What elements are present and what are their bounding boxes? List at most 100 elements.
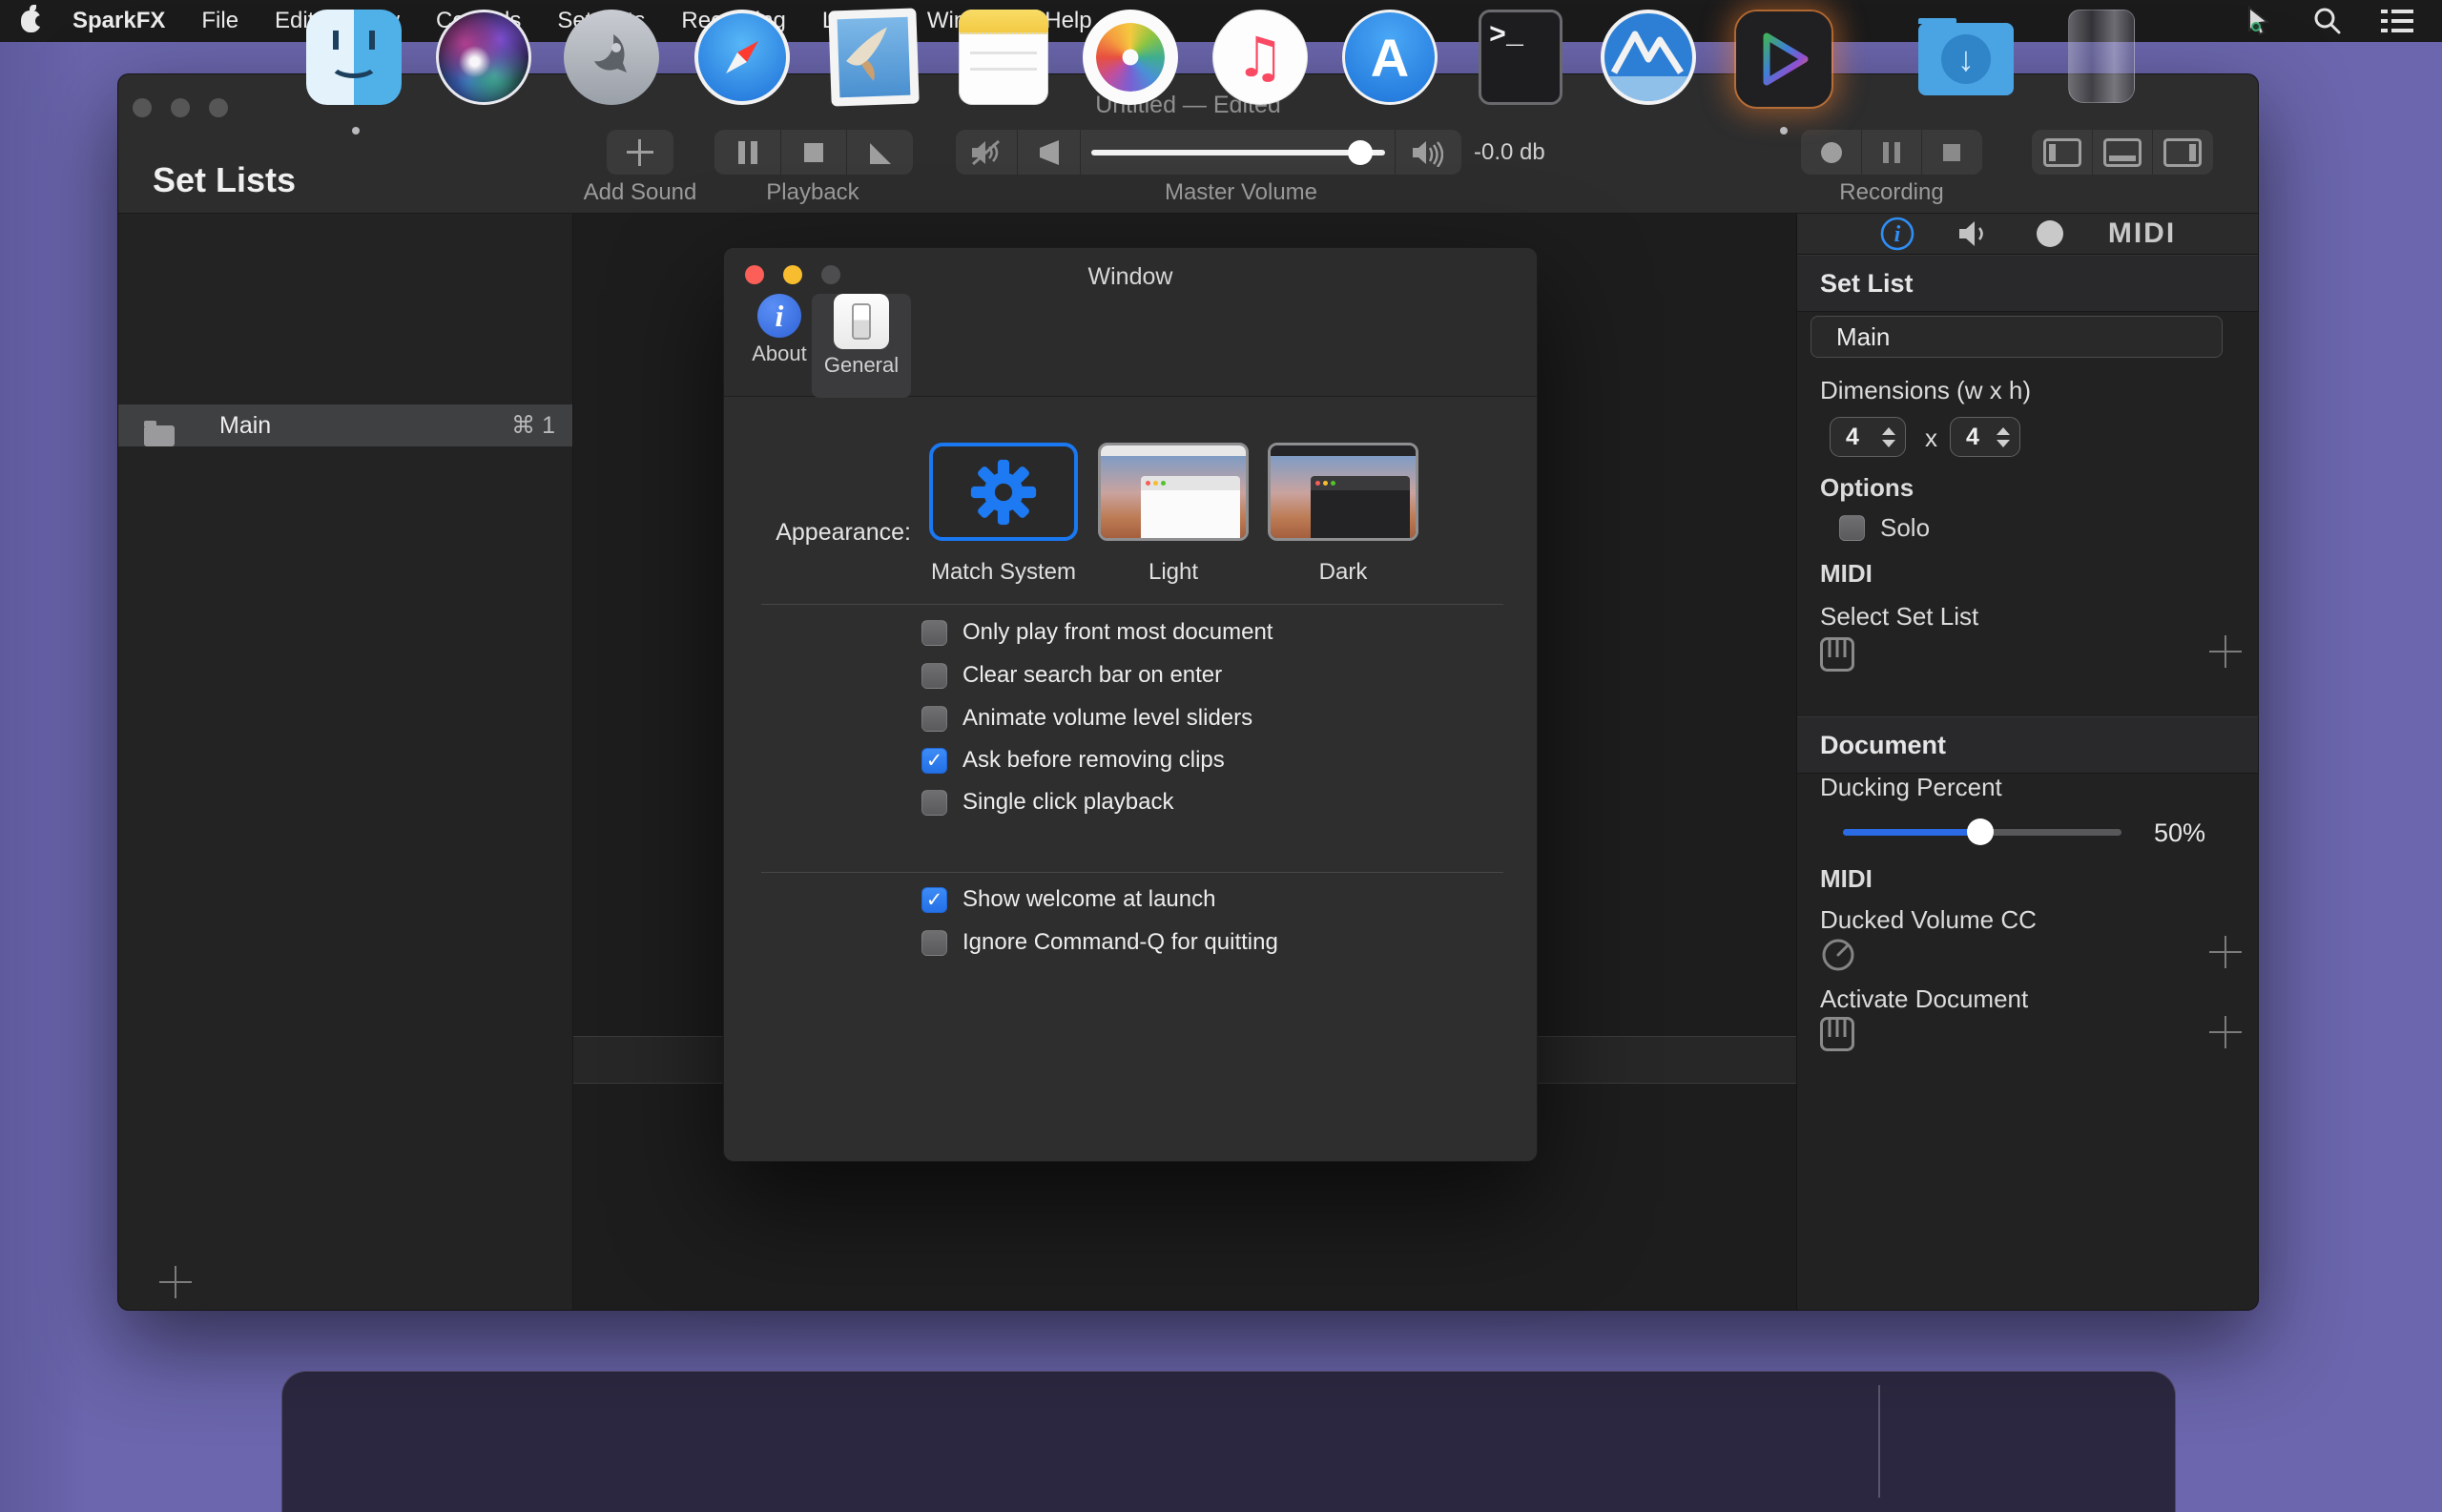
checkbox[interactable] [921,706,947,732]
playback-label: Playback [751,179,875,206]
dock-siri-icon[interactable] [436,10,535,109]
ducking-percent-value: 50% [2154,818,2205,848]
dock-music-icon[interactable]: ♫ [1212,10,1312,109]
list-icon[interactable] [2381,7,2413,35]
dock-mountain-app-icon[interactable] [1601,10,1700,109]
screen-share-cursor-icon[interactable] [2244,6,2274,36]
add-select-trigger-button[interactable] [2209,635,2244,670]
inspector-tab-bar: i MIDI [1797,214,2258,255]
option-label: Ignore Command-Q for quitting [962,929,1278,956]
appstore-a-glyph: A [1371,27,1409,89]
checkbox[interactable] [921,930,947,956]
activate-document-label: Activate Document [1820,984,2028,1014]
checkbox[interactable] [921,748,947,774]
master-volume-slider[interactable] [1080,130,1395,175]
option-label: Clear search bar on enter [962,662,1222,689]
midi-tab-icon[interactable]: MIDI [2108,217,2176,250]
dock-sparkfx-icon[interactable] [1734,10,1833,109]
dock-app-store-icon[interactable]: A [1342,10,1441,109]
dock-terminal-icon[interactable]: >_ [1471,10,1570,109]
set-list-shortcut: ⌘ 1 [511,411,555,440]
set-list-name: Main [219,412,271,440]
select-set-list-label: Select Set List [1820,602,1978,632]
set-lists-sidebar: Main ⌘ 1 [118,214,573,1310]
options-label: Options [1820,473,1914,503]
music-note-glyph: ♫ [1235,25,1285,90]
search-icon[interactable] [2312,6,2343,36]
height-stepper[interactable]: 4 [1950,417,2020,457]
speaker-icon [1395,130,1458,175]
set-list-name-input[interactable]: Main [1811,316,2223,358]
midi-section-label: MIDI [1820,559,1873,589]
pref-option-row: Clear search bar on enter [921,659,1222,692]
running-indicator [1780,127,1788,135]
dock [281,1371,2176,1512]
record-stop-button[interactable] [1921,130,1981,175]
dock-notes-icon[interactable] [954,10,1053,109]
folder-icon [144,425,175,446]
add-ducked-volume-button[interactable] [2209,936,2244,970]
stepper-chevrons-icon [1882,427,1895,447]
checkbox[interactable] [921,790,947,816]
ducked-volume-cc-label: Ducked Volume CC [1820,905,2037,935]
set-list-section-header: Set List [1797,255,2258,312]
dock-trash-icon[interactable] [2052,10,2151,109]
record-tab-icon[interactable] [2034,217,2066,250]
toggle-bottom-panel-button[interactable] [2092,130,2152,175]
stop-button[interactable] [780,130,846,175]
tab-about-label: About [752,342,807,366]
pause-button[interactable] [714,130,780,175]
toggle-right-panel-button[interactable] [2152,130,2212,175]
apple-logo-icon[interactable] [21,10,41,32]
divider [761,872,1503,873]
pref-option-row: Single click playback [921,786,1173,818]
add-sound-button[interactable] [607,130,673,175]
option-label: Ask before removing clips [962,747,1225,774]
toggle-left-panel-button[interactable] [2032,130,2092,175]
set-list-row-main[interactable]: Main ⌘ 1 [118,404,572,446]
divider [761,604,1503,605]
checkbox[interactable] [921,620,947,646]
dimensions-label: Dimensions (w x h) [1820,376,2031,405]
appearance-option-light[interactable] [1098,443,1249,541]
document-section-header: Document [1797,716,2258,774]
dock-safari-icon[interactable] [694,10,794,109]
light-label: Light [1098,559,1249,586]
ducking-percent-slider[interactable] [1839,815,2125,849]
dimensions-separator: x [1925,424,1937,453]
terminal-prompt-glyph: >_ [1489,20,1523,52]
solo-checkbox[interactable] [1839,515,1865,541]
appearance-option-match-system[interactable] [929,443,1078,541]
master-volume-label: Master Volume [1146,179,1336,206]
doc-midi-label: MIDI [1820,864,1873,894]
menu-item-file[interactable]: File [183,8,257,34]
menu-app-name[interactable]: SparkFX [54,8,183,34]
stepper-chevrons-icon [1997,427,2010,447]
dock-finder-icon[interactable] [306,10,405,109]
audio-tab-icon[interactable] [1957,218,1992,249]
play-from-start-button[interactable] [846,130,912,175]
appearance-option-dark[interactable] [1268,443,1418,541]
solo-option: Solo [1839,513,1930,543]
dialog-title: Window [724,263,1537,291]
record-button[interactable] [1801,130,1861,175]
mute-button[interactable] [956,130,1017,175]
dock-downloads-icon[interactable]: ↓ [1918,10,2018,109]
checkbox[interactable] [921,887,947,913]
running-indicator [352,127,360,135]
add-activate-trigger-button[interactable] [2209,1016,2244,1050]
dock-launchpad-icon[interactable] [564,10,663,109]
add-sound-label: Add Sound [578,179,702,206]
checkbox[interactable] [921,663,947,689]
dock-mail-icon[interactable] [824,10,923,109]
info-tab-icon[interactable]: i [1879,216,1915,252]
tab-general[interactable]: General [812,294,911,398]
dark-label: Dark [1268,559,1418,586]
audition-button[interactable] [1017,130,1080,175]
width-stepper[interactable]: 4 [1830,417,1906,457]
sidebar-title: Set Lists [153,160,296,200]
record-pause-button[interactable] [1861,130,1921,175]
set-list-name-value: Main [1836,322,1890,352]
dock-photos-icon[interactable] [1083,10,1182,109]
general-switch-icon [834,294,889,349]
